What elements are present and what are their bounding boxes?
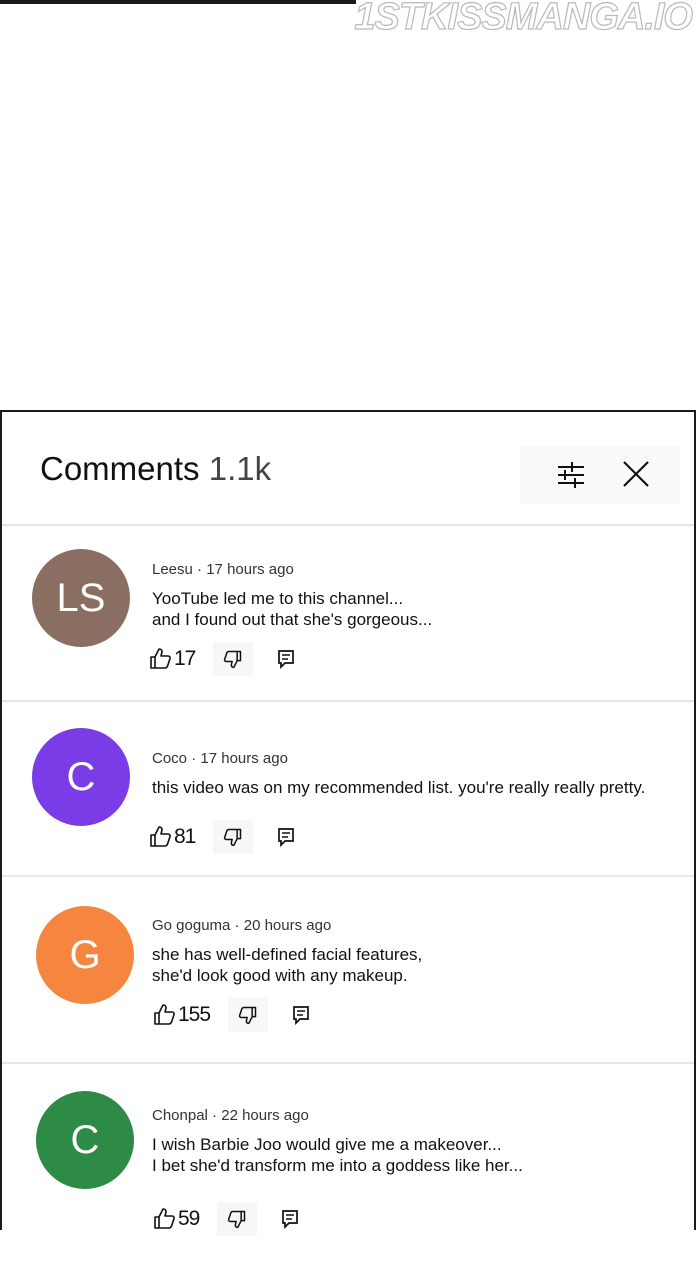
close-button[interactable] bbox=[618, 458, 654, 492]
reply-button[interactable] bbox=[271, 820, 301, 854]
comment-item: G Go goguma · 20 hours ago she has well-… bbox=[2, 877, 694, 1064]
comment-text: she has well-defined facial features, sh… bbox=[152, 944, 422, 986]
thumbs-up-icon bbox=[154, 1208, 175, 1229]
like-button[interactable]: 59 bbox=[152, 1207, 200, 1231]
comment-text-line: this video was on my recommended list. y… bbox=[152, 778, 646, 797]
comments-title-label: Comments bbox=[40, 450, 200, 487]
comment-author[interactable]: Go goguma bbox=[152, 917, 230, 934]
comment-time: 22 hours ago bbox=[221, 1107, 309, 1124]
comment-meta: Chonpal · 22 hours ago bbox=[152, 1107, 309, 1124]
thumbs-down-icon bbox=[238, 1006, 257, 1025]
comment-time: 17 hours ago bbox=[206, 561, 294, 578]
avatar[interactable]: C bbox=[32, 728, 130, 826]
like-button[interactable]: 17 bbox=[148, 647, 196, 671]
comment-time: 20 hours ago bbox=[243, 917, 332, 934]
comment-text: YooTube led me to this channel... and I … bbox=[152, 588, 432, 630]
comment-text-line: she has well-defined facial features, bbox=[152, 945, 423, 964]
comment-text: I wish Barbie Joo would give me a makeov… bbox=[152, 1134, 523, 1176]
reply-button[interactable] bbox=[286, 998, 316, 1032]
watermark: 1STKISSMANGA.IO bbox=[354, 0, 694, 39]
thumbs-down-icon bbox=[224, 828, 242, 847]
comment-text-line: YooTube led me to this channel... bbox=[152, 589, 404, 608]
comment-actions: 155 bbox=[152, 998, 316, 1032]
comment-text-line: I wish Barbie Joo would give me a makeov… bbox=[152, 1135, 502, 1154]
sort-filter-button[interactable] bbox=[548, 458, 588, 492]
dislike-button[interactable] bbox=[213, 820, 254, 854]
comment-meta: Leesu · 17 hours ago bbox=[152, 561, 294, 578]
comment-text-line: I bet she'd transform me into a goddess … bbox=[152, 1156, 523, 1175]
reply-comment-icon bbox=[278, 828, 295, 847]
thumbs-up-icon bbox=[154, 1004, 175, 1025]
comment-author[interactable]: Coco bbox=[152, 750, 187, 767]
comment-item: LS Leesu · 17 hours ago YooTube led me t… bbox=[2, 526, 694, 702]
sliders-icon bbox=[558, 462, 584, 488]
comment-actions: 81 bbox=[148, 820, 301, 854]
comment-author[interactable]: Leesu bbox=[152, 561, 193, 578]
thumbs-down-icon bbox=[228, 1210, 246, 1229]
like-button[interactable]: 155 bbox=[152, 1003, 211, 1027]
thumbs-up-icon bbox=[150, 826, 171, 847]
avatar[interactable]: LS bbox=[32, 549, 130, 647]
like-count: 17 bbox=[174, 647, 196, 670]
reply-button[interactable] bbox=[275, 1202, 305, 1236]
header-controls bbox=[520, 446, 680, 504]
dislike-button[interactable] bbox=[217, 1202, 258, 1236]
panel-frame-top-edge bbox=[0, 0, 356, 4]
dislike-button[interactable] bbox=[228, 998, 269, 1032]
like-button[interactable]: 81 bbox=[148, 825, 196, 849]
reply-comment-icon bbox=[293, 1006, 309, 1025]
comments-header: Comments 1.1k bbox=[2, 412, 694, 526]
comments-title: Comments 1.1k bbox=[40, 450, 271, 488]
reply-comment-icon bbox=[278, 650, 295, 669]
comment-meta: Coco · 17 hours ago bbox=[152, 750, 288, 767]
close-icon bbox=[623, 461, 649, 487]
like-count: 59 bbox=[178, 1207, 200, 1230]
comments-count: 1.1k bbox=[208, 450, 272, 487]
avatar[interactable]: G bbox=[36, 906, 134, 1004]
comment-text-line: and I found out that she's gorgeous... bbox=[152, 610, 433, 629]
comment-actions: 17 bbox=[148, 642, 301, 676]
comment-author[interactable]: Chonpal bbox=[152, 1107, 208, 1124]
comment-item: C Coco · 17 hours ago this video was on … bbox=[2, 702, 694, 877]
comment-text-line: she'd look good with any makeup. bbox=[152, 966, 408, 985]
thumbs-down-icon bbox=[224, 650, 242, 669]
like-count: 155 bbox=[178, 1003, 211, 1026]
avatar[interactable]: C bbox=[36, 1091, 134, 1189]
comment-item: C Chonpal · 22 hours ago I wish Barbie J… bbox=[2, 1064, 694, 1264]
comment-text: this video was on my recommended list. y… bbox=[152, 777, 645, 798]
dislike-button[interactable] bbox=[213, 642, 254, 676]
like-count: 81 bbox=[174, 825, 196, 848]
reply-button[interactable] bbox=[271, 642, 301, 676]
comment-time: 17 hours ago bbox=[200, 750, 288, 767]
thumbs-up-icon bbox=[150, 648, 171, 669]
comments-panel: Comments 1.1k LS Leesu · 17 hours ago Yo… bbox=[0, 410, 696, 1236]
reply-comment-icon bbox=[282, 1210, 299, 1229]
comment-actions: 59 bbox=[152, 1202, 305, 1236]
comment-meta: Go goguma · 20 hours ago bbox=[152, 917, 332, 934]
